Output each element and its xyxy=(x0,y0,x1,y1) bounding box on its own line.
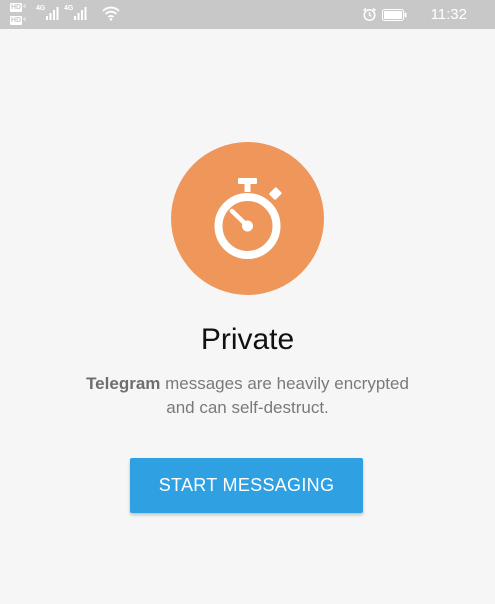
signal-strength-icon xyxy=(74,7,87,20)
alarm-clock-icon xyxy=(363,7,376,22)
hd-badge-top: HD ⁶ xyxy=(10,3,27,12)
status-time: 11:32 xyxy=(430,6,467,23)
page-description: Telegram messages are heavily encrypted … xyxy=(0,372,495,420)
description-line-1-text: messages are heavily encrypted xyxy=(160,374,409,393)
network-type-1: 4G xyxy=(36,5,46,12)
feature-illustration xyxy=(171,142,324,295)
hd-badge-bottom: HD ⁶ xyxy=(10,16,27,25)
stopwatch-icon xyxy=(214,178,282,259)
brand-name: Telegram xyxy=(86,374,161,393)
start-messaging-button[interactable]: START MESSAGING xyxy=(130,458,363,513)
hd-indicators: HD ⁶ HD ⁶ xyxy=(10,3,32,27)
network-type-2: 4G xyxy=(64,5,74,12)
description-line-2: and can self-destruct. xyxy=(166,398,329,417)
signal-strength-icon xyxy=(46,7,59,20)
battery-icon xyxy=(382,9,407,21)
description-line-1: Telegram messages are heavily encrypted xyxy=(0,372,495,396)
wifi-icon xyxy=(102,6,120,21)
status-bar: HD ⁶ HD ⁶ 4G 4G 11:32 xyxy=(0,0,495,29)
page-title: Private xyxy=(200,323,295,356)
